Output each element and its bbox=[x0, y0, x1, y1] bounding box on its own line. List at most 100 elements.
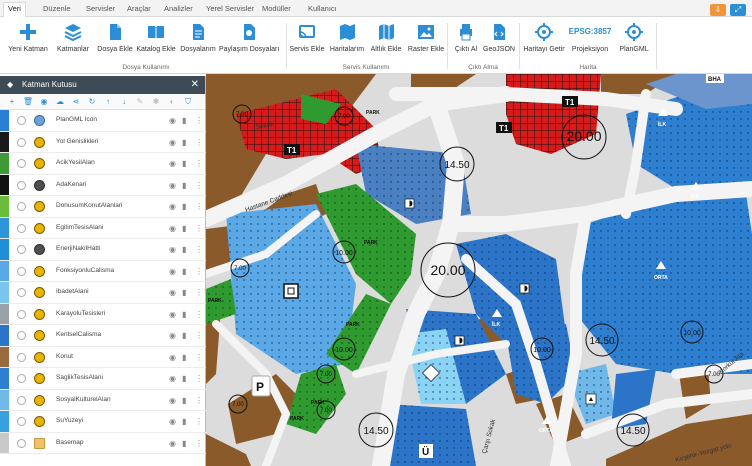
more-icon[interactable]: ⋮ bbox=[195, 287, 203, 298]
add-icon[interactable]: + bbox=[6, 96, 18, 108]
geojson-button[interactable]: GeoJSON bbox=[483, 21, 515, 61]
layer-row[interactable]: EnerjiNakilHatti ◉ ▮ ⋮ bbox=[0, 239, 206, 261]
layer-row[interactable]: Konut ◉ ▮ ⋮ bbox=[0, 346, 206, 368]
trash-icon[interactable]: ▮ bbox=[182, 309, 186, 320]
add-basemap-button[interactable]: Altlık Ekle bbox=[368, 21, 404, 61]
trash-icon[interactable]: ▮ bbox=[182, 330, 186, 341]
layer-radio[interactable] bbox=[17, 137, 26, 147]
more-icon[interactable]: ⋮ bbox=[195, 395, 203, 406]
trash-icon[interactable]: ▮ bbox=[182, 373, 186, 384]
layer-radio[interactable] bbox=[17, 309, 26, 319]
eye-icon[interactable]: ◉ bbox=[169, 352, 176, 363]
layer-radio[interactable] bbox=[17, 202, 26, 211]
more-icon[interactable]: ⋮ bbox=[195, 223, 203, 234]
layer-radio[interactable] bbox=[17, 438, 26, 448]
layer-radio[interactable] bbox=[17, 395, 26, 405]
add-catalog-button[interactable]: Katalog Ekle bbox=[136, 21, 176, 61]
trash-icon[interactable]: ▮ bbox=[182, 287, 186, 298]
trash-icon[interactable]: ▮ bbox=[182, 352, 186, 363]
my-maps-button[interactable]: Haritalarım bbox=[329, 21, 365, 61]
layer-row[interactable]: Basemap ◉ ▮ ⋮ bbox=[0, 432, 206, 454]
tab-duzenle[interactable]: Düzenle bbox=[39, 3, 75, 17]
eye-icon[interactable]: ◉ bbox=[169, 309, 176, 320]
more-icon[interactable]: ⋮ bbox=[195, 266, 203, 277]
eye-icon[interactable]: ◉ bbox=[169, 158, 176, 169]
down-arrow-icon[interactable]: ↓ bbox=[118, 96, 130, 108]
trash-icon[interactable]: ▮ bbox=[182, 266, 186, 277]
eye-icon[interactable]: ◉ bbox=[169, 330, 176, 341]
eye-icon[interactable]: ◉ bbox=[169, 287, 176, 298]
layer-row[interactable]: Yol Genislikleri ◉ ▮ ⋮ bbox=[0, 131, 206, 153]
layer-radio[interactable] bbox=[17, 180, 26, 190]
layer-radio[interactable] bbox=[17, 245, 26, 254]
trash-icon[interactable]: ▮ bbox=[182, 395, 186, 406]
my-files-button[interactable]: Dosyalarım bbox=[180, 21, 216, 61]
fullscreen-icon[interactable]: ⤢ bbox=[730, 4, 746, 16]
trash-icon[interactable]: ▮ bbox=[182, 180, 186, 191]
projection-button[interactable]: EPSG:3857 Projeksiyon bbox=[568, 21, 612, 61]
style-icon[interactable]: ◐ bbox=[166, 96, 178, 108]
layer-radio[interactable] bbox=[17, 159, 26, 168]
more-icon[interactable]: ⋮ bbox=[195, 180, 203, 191]
map-canvas[interactable]: 20.00 20.00 14.50 14.50 14.50 14.50 10.0… bbox=[206, 74, 752, 466]
tab-yerel-servisler[interactable]: Yerel Servisler bbox=[202, 3, 258, 17]
layer-row[interactable]: KentselCalisma ◉ ▮ ⋮ bbox=[0, 325, 206, 347]
more-icon[interactable]: ⋮ bbox=[195, 438, 203, 449]
close-icon[interactable]: ✕ bbox=[191, 76, 199, 94]
eye-icon[interactable]: ◉ bbox=[169, 266, 176, 277]
filter-icon[interactable]: ⛉ bbox=[182, 96, 194, 108]
trash-icon[interactable]: ▮ bbox=[182, 244, 186, 255]
tab-moduller[interactable]: Modüller bbox=[258, 3, 295, 17]
eye-icon[interactable]: ◉ bbox=[169, 137, 176, 148]
share-icon[interactable]: ⋖ bbox=[70, 96, 82, 108]
layer-row[interactable]: FonksiyonluCalisma ◉ ▮ ⋮ bbox=[0, 260, 206, 282]
up-arrow-icon[interactable]: ↑ bbox=[102, 96, 114, 108]
eye-icon[interactable]: ◉ bbox=[169, 395, 176, 406]
tab-veri[interactable]: Veri bbox=[3, 2, 26, 17]
tab-servisler[interactable]: Servisler bbox=[82, 3, 119, 17]
layer-radio[interactable] bbox=[17, 331, 26, 340]
eye-icon[interactable]: ◉ bbox=[169, 223, 176, 234]
more-icon[interactable]: ⋮ bbox=[195, 137, 203, 148]
eye-icon[interactable]: ◉ bbox=[169, 201, 176, 212]
eye-icon[interactable]: ◉ bbox=[169, 438, 176, 449]
layer-row[interactable]: AdaKenari ◉ ▮ ⋮ bbox=[0, 174, 206, 196]
eye-icon[interactable]: ◉ bbox=[169, 373, 176, 384]
more-icon[interactable]: ⋮ bbox=[195, 352, 203, 363]
add-file-button[interactable]: Dosya Ekle bbox=[96, 21, 134, 61]
layer-row[interactable]: IbadetAlani ◉ ▮ ⋮ bbox=[0, 282, 206, 304]
add-service-button[interactable]: Servis Ekle bbox=[289, 21, 325, 61]
edit-icon[interactable]: ✎ bbox=[134, 96, 146, 108]
tab-analizler[interactable]: Analizler bbox=[160, 3, 197, 17]
more-icon[interactable]: ⋮ bbox=[195, 244, 203, 255]
trash-icon[interactable]: ▮ bbox=[182, 223, 186, 234]
trash-icon[interactable]: ▮ bbox=[182, 438, 186, 449]
layer-radio[interactable] bbox=[17, 288, 26, 297]
eye-icon[interactable]: ◉ bbox=[169, 180, 176, 191]
trash-icon[interactable]: ▮ bbox=[182, 201, 186, 212]
layer-row[interactable]: DonusumKonutAlanlari ◉ ▮ ⋮ bbox=[0, 196, 206, 218]
layer-row[interactable]: SaglikTesisAlani ◉ ▮ ⋮ bbox=[0, 368, 206, 390]
layer-radio[interactable] bbox=[17, 116, 26, 125]
tab-araclar[interactable]: Araçlar bbox=[123, 3, 155, 17]
trash-icon[interactable]: ▮ bbox=[182, 416, 186, 427]
more-icon[interactable]: ⋮ bbox=[195, 115, 203, 126]
more-icon[interactable]: ⋮ bbox=[195, 158, 203, 169]
more-icon[interactable]: ⋮ bbox=[195, 201, 203, 212]
layer-radio[interactable] bbox=[17, 417, 26, 426]
layer-row[interactable]: KarayoluTesisleri ◉ ▮ ⋮ bbox=[0, 303, 206, 325]
more-icon[interactable]: ⋮ bbox=[195, 373, 203, 384]
trash-icon[interactable]: ▮ bbox=[182, 115, 186, 126]
layer-row[interactable]: EgitimTesisAlani ◉ ▮ ⋮ bbox=[0, 217, 206, 239]
layer-radio[interactable] bbox=[17, 223, 26, 233]
layer-radio[interactable] bbox=[17, 352, 26, 362]
tab-kullanici[interactable]: Kullanıcı bbox=[304, 3, 341, 17]
settings-icon[interactable]: ✱ bbox=[150, 96, 162, 108]
map-view[interactable]: 20.00 20.00 14.50 14.50 14.50 14.50 10.0… bbox=[206, 74, 752, 466]
trash-icon[interactable]: ▮ bbox=[182, 137, 186, 148]
plangml-button[interactable]: PlanGML bbox=[616, 21, 652, 61]
shared-files-button[interactable]: Paylaşım Dosyaları bbox=[219, 21, 279, 61]
more-icon[interactable]: ⋮ bbox=[195, 330, 203, 341]
more-icon[interactable]: ⋮ bbox=[195, 416, 203, 427]
layer-row[interactable]: AcikYesilAlan ◉ ▮ ⋮ bbox=[0, 153, 206, 175]
